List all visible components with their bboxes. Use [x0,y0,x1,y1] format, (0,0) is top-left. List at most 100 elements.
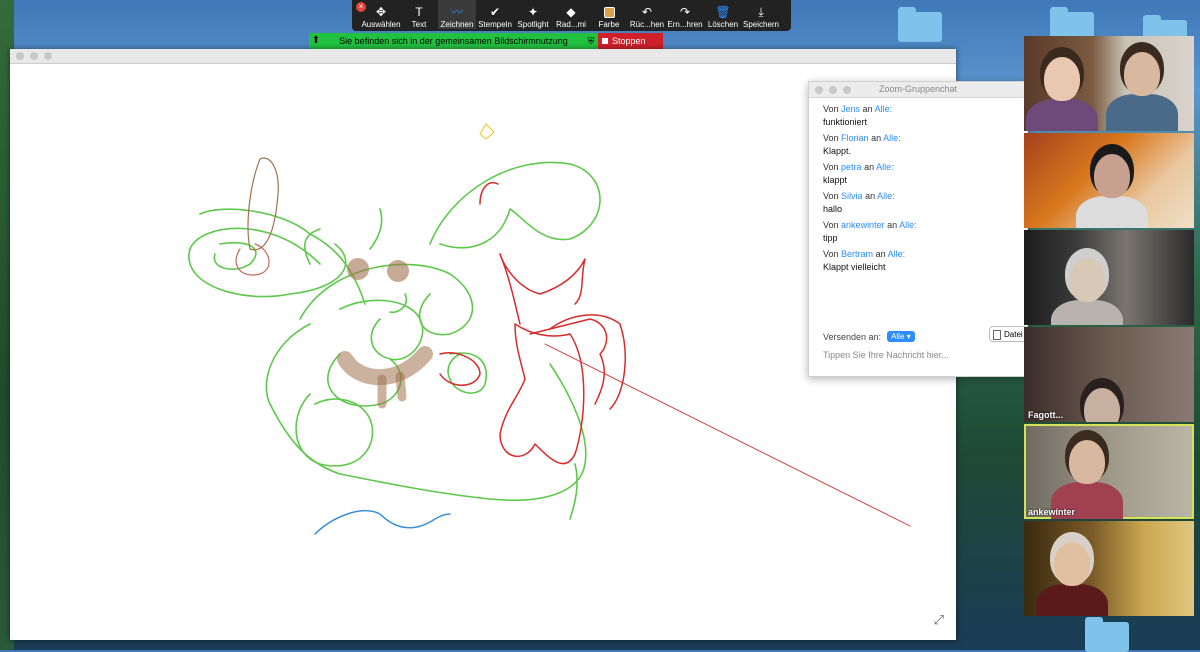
desktop-folder-icon[interactable] [898,7,942,42]
chat-meta: Von [823,220,839,230]
tool-label: Auswählen [361,20,401,29]
sender-name: ankewinter [841,220,885,230]
sender-name: Bertram [841,249,874,259]
chat-title: Zoom-Gruppenchat [878,84,958,94]
chat-message-header: Von petra an Alle: [823,162,1027,172]
chat-meta: an [862,104,873,114]
send-to-row: Versenden an: Alle ▾ [823,331,915,342]
chat-input[interactable]: Tippen Sie Ihre Nachricht hier... [823,350,949,360]
tool-label: Spotlight [517,20,549,29]
chat-message-header: Von Florian an Alle: [823,133,1027,143]
file-button[interactable]: Datei [989,326,1029,342]
screen-share-bar: ⬆ Sie befinden sich in der gemeinsamen B… [309,33,663,49]
tool-label: Rüc...hen [629,20,665,29]
spotlight-icon: ✦ [527,5,539,19]
recipient-dropdown[interactable]: Alle ▾ [887,331,915,342]
chat-message-text: tipp [823,233,838,243]
tool-label: Ern...hren [667,20,703,29]
video-tile[interactable] [1024,230,1194,325]
zoom-window-icon[interactable] [44,52,52,60]
chat-message-list: Von Jens an Alle: funktioniert Von Florian… [809,104,1027,272]
color-icon [603,7,615,18]
participant-body [1106,94,1178,131]
recipient-name: Alle: [899,220,917,230]
recipient-name: Alle: [874,104,893,114]
stop-icon [602,38,608,44]
participant-face [1069,258,1105,302]
tool-redo[interactable]: ↷ Ern...hren [666,0,704,29]
chat-meta: an [871,133,882,143]
minimize-chat-icon[interactable] [829,86,837,94]
chat-meta: an [875,249,886,259]
video-tile[interactable] [1024,521,1194,616]
chat-message: Von Jens an Alle: funktioniert [823,104,1027,127]
tool-save[interactable]: ⤓ Speichern [742,0,780,29]
close-window-icon[interactable] [16,52,24,60]
recipient-name: Alle: [883,133,901,143]
expand-icon[interactable]: ⤢ [934,612,944,628]
tool-label: Stempeln [478,20,512,29]
tool-move[interactable]: ✥ Auswählen [361,0,401,29]
participant-body [1036,584,1108,616]
chat-message-header: Von Bertram an Alle: [823,249,1027,259]
video-tile[interactable] [1024,36,1194,131]
tool-label: Zeichnen [440,20,474,29]
tool-label: Rad...mi [556,20,586,29]
file-button-label: Datei [1004,330,1023,339]
save-icon: ⤓ [758,5,764,19]
chat-message: Von Bertram an Alle: Klappt vielleicht [823,249,1027,272]
send-to-label: Versenden an: [823,331,882,342]
chat-meta: Von [823,162,839,172]
chat-titlebar: Zoom-Gruppenchat [809,82,1027,98]
tool-color[interactable]: Farbe [590,0,628,29]
eraser-icon: ◆ [566,5,576,19]
participant-name: Fagott... [1028,410,1063,420]
chat-message: Von ankewinter an Alle: tipp [823,220,1027,243]
sender-name: Florian [841,133,869,143]
tool-eraser[interactable]: ◆ Rad...mi [552,0,590,29]
recipient-name: Alle: [877,191,895,201]
shield-icon[interactable]: ⛨ [584,33,598,49]
tool-undo[interactable]: ↶ Rüc...hen [628,0,666,29]
window-titlebar [10,49,956,64]
draw-icon: 〰 [450,5,463,19]
participant-face [1124,52,1160,96]
participant-body [1051,300,1123,325]
video-tile[interactable] [1024,133,1194,228]
file-icon [993,330,1001,340]
tool-label: Löschen [707,20,739,29]
chat-meta: Von [823,249,839,259]
tool-spotlight[interactable]: ✦ Spotlight [514,0,552,29]
annotation-toolbar: × ✥ Auswählen T Text 〰 Zeichnen ✔ Stempeln ✦ Spot… [352,0,791,31]
participant-face [1054,542,1090,586]
minimize-window-icon[interactable] [30,52,38,60]
recipient-value: Alle [891,332,905,341]
video-tile[interactable]: ankewinter [1024,424,1194,519]
stop-share-button[interactable]: Stoppen [598,33,663,49]
chat-message-text: klappt [823,175,848,185]
tool-draw[interactable]: 〰 Zeichnen [438,0,476,29]
trash-icon: 🗑 [715,5,731,19]
chat-message: Von Florian an Alle: Klappt. [823,133,1027,156]
green-strokes [188,161,601,520]
yellow-stroke [479,123,495,140]
tool-text[interactable]: T Text [400,0,438,29]
close-toolbar-icon[interactable]: × [356,2,366,12]
video-tile[interactable]: Fagott... [1024,327,1194,422]
zoom-chat-icon[interactable] [843,86,851,94]
sender-name: petra [841,162,862,172]
chat-meta: Von [823,104,839,114]
tool-stamp[interactable]: ✔ Stempeln [476,0,514,29]
participant-name: ankewinter [1028,507,1076,517]
undo-icon: ↶ [641,5,653,19]
participant-body [1026,99,1098,131]
participant-body [1076,196,1148,228]
arrow-icon[interactable]: ⬆ [309,33,323,49]
sender-name: Silvia [841,191,863,201]
participant-face [1094,154,1130,198]
desktop-folder-icon[interactable] [1085,617,1129,652]
tool-trash[interactable]: 🗑 Löschen [704,0,742,29]
recipient-name: Alle: [876,162,894,172]
chat-message-header: Von Jens an Alle: [823,104,1027,114]
close-chat-icon[interactable] [815,86,823,94]
